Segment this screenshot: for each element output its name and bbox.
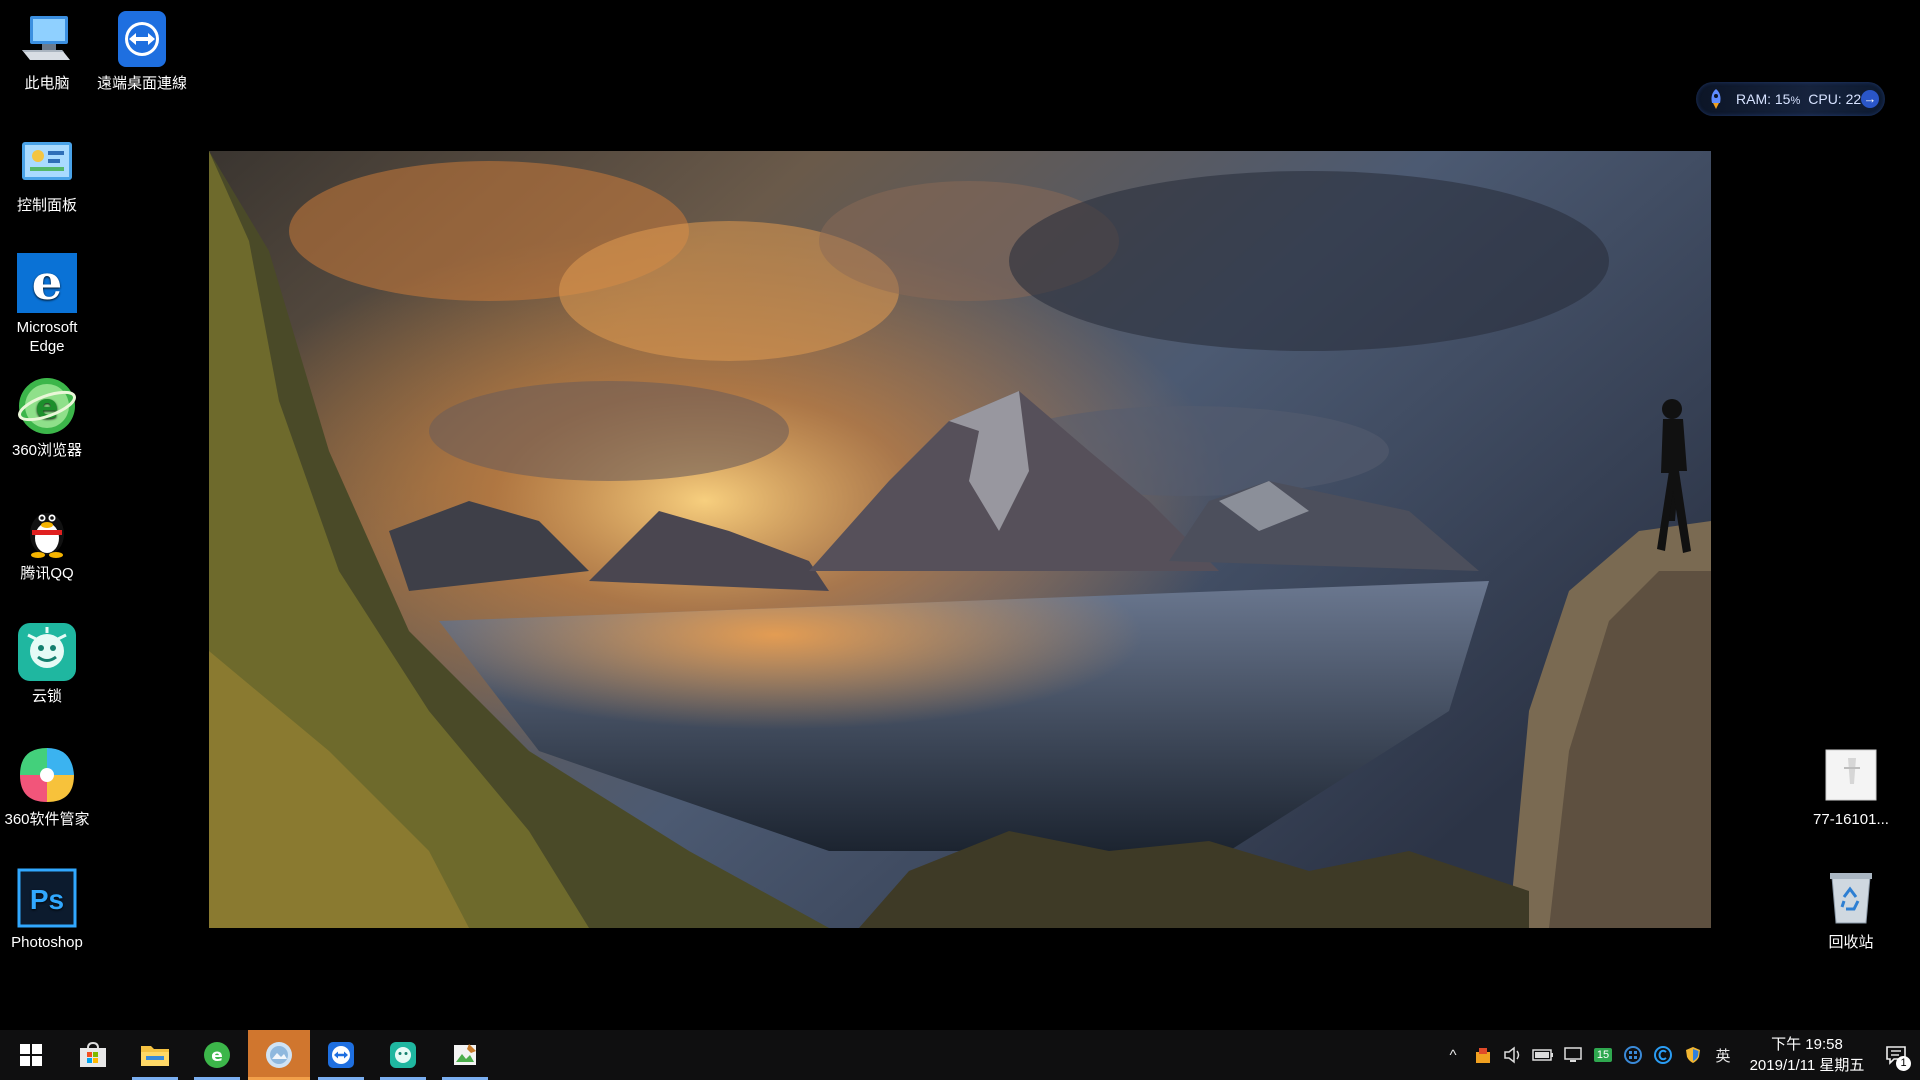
photo-viewer-icon <box>266 1042 292 1068</box>
svg-text:e: e <box>211 1046 223 1066</box>
network-monitor-icon <box>1564 1047 1582 1062</box>
shield-icon <box>1686 1047 1700 1063</box>
image-file-icon <box>1820 744 1882 806</box>
battery-icon <box>1532 1049 1553 1061</box>
taskbar-image-editor[interactable] <box>434 1030 496 1080</box>
taskbar-file-explorer[interactable] <box>124 1030 186 1080</box>
volume-button[interactable] <box>1498 1030 1528 1080</box>
svg-text:Ps: Ps <box>30 884 64 915</box>
show-hidden-icons-chevron[interactable]: ^ <box>1438 1030 1468 1080</box>
microsoft-store-icon <box>80 1042 106 1067</box>
desktop-icon-this-pc[interactable]: 此电脑 <box>0 8 94 93</box>
360-software-manager-icon <box>16 744 78 806</box>
360-browser-icon: e <box>16 375 78 437</box>
this-pc-icon <box>16 8 78 70</box>
desktop-icon-photoshop[interactable]: Ps Photoshop <box>0 867 94 952</box>
taskbar-360-browser[interactable]: e <box>186 1030 248 1080</box>
speaker-icon <box>1504 1046 1520 1064</box>
taskbar-clock[interactable]: 下午 19:58 2019/1/11 星期五 <box>1742 1034 1872 1076</box>
desktop-icon-yunsuo[interactable]: 云锁 <box>0 621 94 706</box>
desktop-icon-control-panel[interactable]: 控制面板 <box>0 130 94 215</box>
desktop-icon-image-file[interactable]: 77-16101... <box>1803 744 1899 829</box>
tray-15-badge[interactable]: 15 <box>1588 1030 1618 1080</box>
network-button[interactable] <box>1558 1030 1588 1080</box>
taskbar-teamviewer[interactable] <box>310 1030 372 1080</box>
edge-icon: e <box>16 252 78 314</box>
rocket-icon <box>1711 89 1721 109</box>
photo-viewer-image[interactable] <box>209 151 1711 928</box>
desktop-icon-remote-desktop[interactable]: 遠端桌面連線 <box>94 8 190 93</box>
system-tray: ^ 15 英 下午 19:58 2019/1/11 星期五 1 <box>1438 1030 1920 1080</box>
tray-shield-app[interactable] <box>1678 1030 1708 1080</box>
start-button[interactable] <box>0 1030 62 1080</box>
tray-c-app[interactable] <box>1648 1030 1678 1080</box>
desktop-icon-360-browser[interactable]: e 360浏览器 <box>0 375 94 460</box>
ram-usage: RAM: 15% <box>1736 91 1800 107</box>
blue-c-icon <box>1654 1046 1672 1064</box>
teamviewer-icon <box>111 8 173 70</box>
mountain-lake-photo <box>209 151 1711 928</box>
desktop-icon-qq[interactable]: 腾讯QQ <box>0 498 94 583</box>
input-method-indicator[interactable]: 英 <box>1708 1030 1738 1080</box>
taskbar: e ^ 15 英 下午 19:58 2019/1/11 星期五 1 <box>0 1030 1920 1080</box>
taskbar-microsoft-store[interactable] <box>62 1030 124 1080</box>
svg-text:e: e <box>32 255 63 311</box>
360-browser-icon: e <box>204 1042 230 1068</box>
desktop-icon-360-software-manager[interactable]: 360软件管家 <box>0 744 94 829</box>
taskbar-yunsuo[interactable] <box>372 1030 434 1080</box>
clock-date: 2019/1/11 星期五 <box>1749 1057 1865 1074</box>
desktop-icon-recycle-bin[interactable]: 回收站 <box>1803 867 1899 952</box>
battery-button[interactable] <box>1528 1030 1558 1080</box>
windows-start-icon <box>20 1044 42 1066</box>
desktop: 此电脑 遠端桌面連線 控制面板 e Microsoft Edge e 360浏览… <box>0 0 1920 1030</box>
recycle-bin-icon <box>1820 867 1882 929</box>
yunsuo-icon <box>16 621 78 683</box>
notification-count-badge: 1 <box>1896 1056 1911 1071</box>
tray-blue-app[interactable] <box>1618 1030 1648 1080</box>
control-panel-icon <box>16 130 78 192</box>
image-editor-icon <box>454 1044 476 1065</box>
taskbar-photo-viewer[interactable] <box>248 1030 310 1080</box>
teamviewer-icon <box>328 1042 354 1068</box>
desktop-icon-microsoft-edge[interactable]: e Microsoft Edge <box>0 252 94 356</box>
action-center-button[interactable]: 1 <box>1872 1030 1920 1080</box>
ram-percent-sign: % <box>1790 95 1801 107</box>
resource-monitor-widget[interactable]: RAM: 15% CPU: 22% → <box>1696 82 1885 116</box>
photoshop-icon: Ps <box>16 867 78 929</box>
yunsuo-icon <box>390 1042 416 1068</box>
qq-penguin-icon <box>16 498 78 560</box>
green-15-icon: 15 <box>1593 1048 1613 1062</box>
file-explorer-icon <box>141 1046 169 1066</box>
cpu-value: CPU: 22 <box>1808 91 1862 107</box>
clock-time: 下午 19:58 <box>1771 1036 1843 1053</box>
tray-app-icon[interactable] <box>1468 1030 1498 1080</box>
expand-arrow-icon[interactable]: → <box>1861 90 1879 108</box>
ram-value: RAM: 15 <box>1736 91 1791 107</box>
tray-orange-app-icon <box>1476 1048 1490 1063</box>
blue-grid-icon <box>1624 1046 1642 1064</box>
